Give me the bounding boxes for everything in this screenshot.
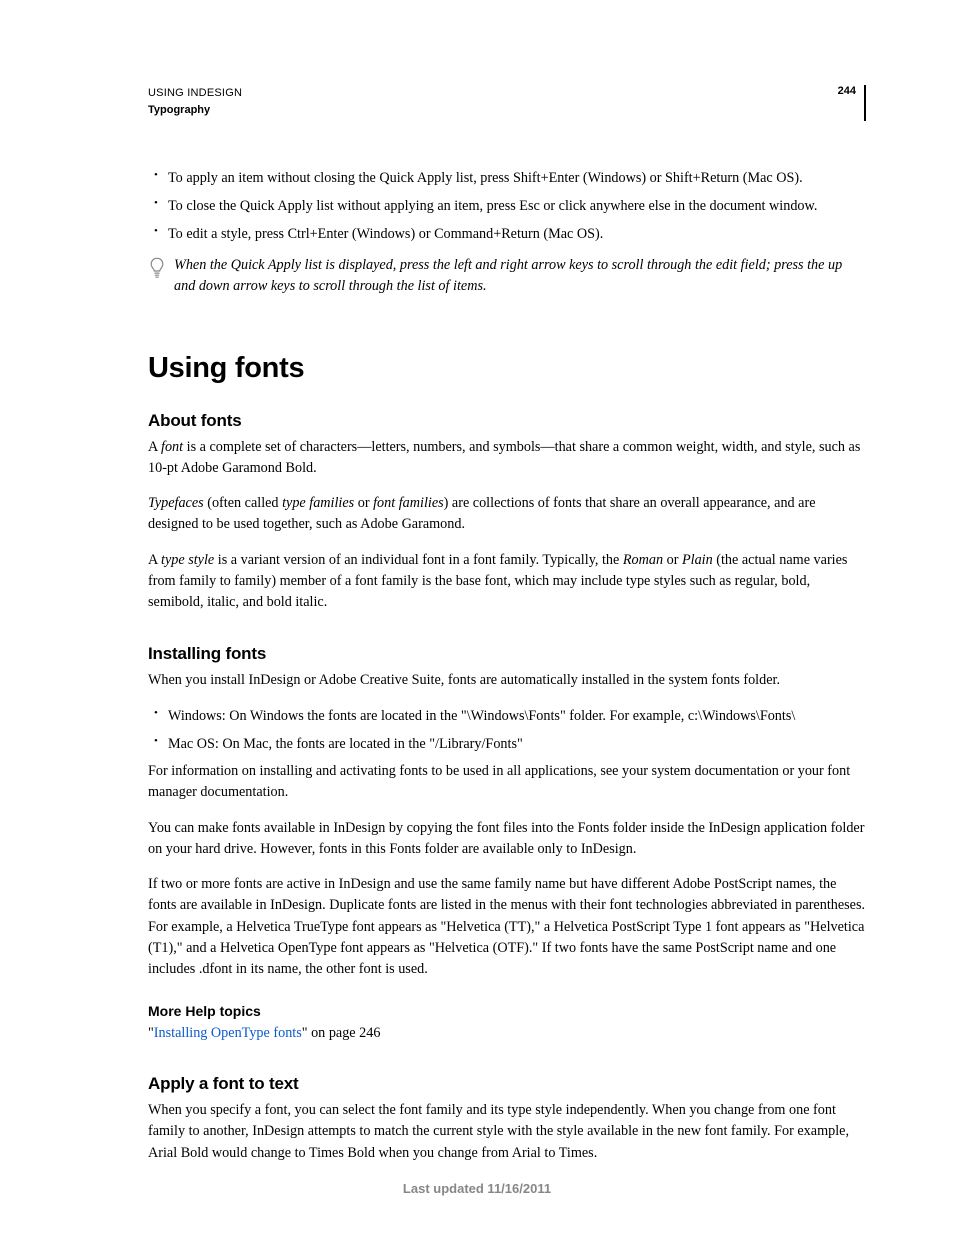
page-number: 244 <box>838 85 864 97</box>
body-paragraph: Typefaces (often called type families or… <box>148 493 866 536</box>
body-paragraph: A font is a complete set of characters—l… <box>148 437 866 480</box>
more-help-heading: More Help topics <box>148 1003 866 1019</box>
quick-apply-list: To apply an item without closing the Qui… <box>148 167 866 245</box>
section-heading-apply-font: Apply a font to text <box>148 1074 866 1094</box>
header-right-block: 244 <box>838 85 866 121</box>
body-paragraph: When you install InDesign or Adobe Creat… <box>148 670 866 691</box>
text-run: or <box>354 495 373 511</box>
tip-text: When the Quick Apply list is displayed, … <box>174 255 866 298</box>
body-paragraph: When you specify a font, you can select … <box>148 1100 866 1164</box>
body-paragraph: You can make fonts available in InDesign… <box>148 818 866 861</box>
lightbulb-icon <box>148 257 166 279</box>
text-italic: Roman <box>623 552 663 568</box>
list-item: To edit a style, press Ctrl+Enter (Windo… <box>168 223 866 245</box>
section-heading-installing-fonts: Installing fonts <box>148 644 866 664</box>
page-content: To apply an item without closing the Qui… <box>148 167 866 1164</box>
chapter-heading: Using fonts <box>148 352 866 385</box>
header-product-line: USING INDESIGN <box>148 85 242 102</box>
cross-reference: "Installing OpenType fonts" on page 246 <box>148 1023 866 1044</box>
header-breadcrumb: Typography <box>148 102 242 119</box>
text-italic: type families <box>282 495 354 511</box>
text-italic: type style <box>161 552 214 568</box>
text-italic: Plain <box>682 552 713 568</box>
page-footer: Last updated 11/16/2011 <box>0 1181 954 1196</box>
tip-block: When the Quick Apply list is displayed, … <box>148 255 866 298</box>
text-italic: font <box>161 439 183 455</box>
body-paragraph: For information on installing and activa… <box>148 761 866 804</box>
text-italic: Typefaces <box>148 495 204 511</box>
text-run: or <box>663 552 682 568</box>
text-run: is a variant version of an individual fo… <box>214 552 623 568</box>
os-locations-list: Windows: On Windows the fonts are locate… <box>148 705 866 755</box>
list-item: To apply an item without closing the Qui… <box>168 167 866 189</box>
text-run: (often called <box>204 495 282 511</box>
page: USING INDESIGN Typography 244 To apply a… <box>0 0 954 1258</box>
text-run: A <box>148 552 161 568</box>
section-heading-about-fonts: About fonts <box>148 411 866 431</box>
text-run: A <box>148 439 161 455</box>
body-paragraph: If two or more fonts are active in InDes… <box>148 874 866 980</box>
text-run: " on page 246 <box>302 1025 381 1041</box>
header-left-block: USING INDESIGN Typography <box>148 85 242 118</box>
list-item: Windows: On Windows the fonts are locate… <box>168 705 866 727</box>
list-item: To close the Quick Apply list without ap… <box>168 195 866 217</box>
list-item: Mac OS: On Mac, the fonts are located in… <box>168 733 866 755</box>
body-paragraph: A type style is a variant version of an … <box>148 550 866 614</box>
header-rule <box>864 85 866 121</box>
text-italic: font families <box>373 495 444 511</box>
text-run: is a complete set of characters—letters,… <box>148 439 860 476</box>
page-header: USING INDESIGN Typography 244 <box>148 85 866 121</box>
link-installing-opentype[interactable]: Installing OpenType fonts <box>154 1025 302 1041</box>
